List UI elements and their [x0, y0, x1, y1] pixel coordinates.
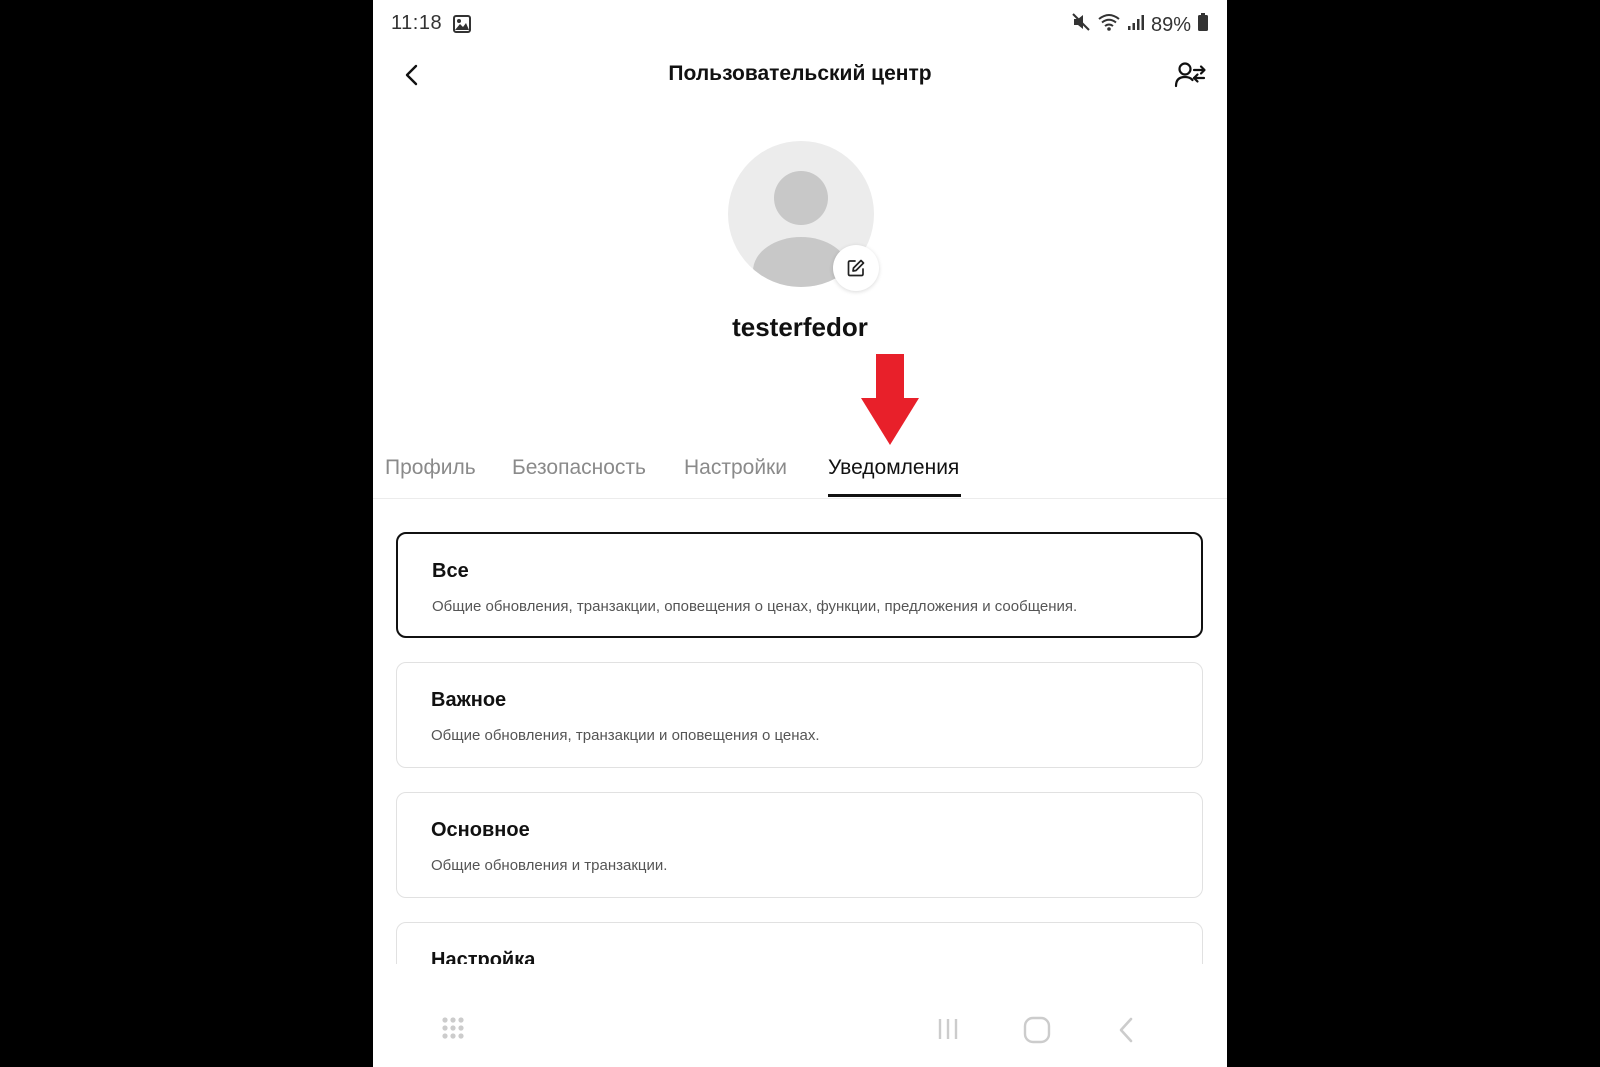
battery-text: 89%: [1150, 13, 1191, 36]
switch-account-button[interactable]: [1173, 58, 1209, 92]
notification-options-list: Все Общие обновления, транзакции, оповещ…: [396, 532, 1203, 964]
battery-icon: [1197, 12, 1209, 38]
option-description: Общие обновления, транзакции и оповещени…: [431, 727, 820, 744]
option-title: Все: [432, 560, 469, 582]
app-screen: 11:18 89% Пользовательский центр testerf…: [373, 0, 1227, 1067]
app-header: Пользовательский центр: [373, 52, 1227, 98]
edit-icon: [847, 259, 865, 277]
option-description: Общие обновления и транзакции.: [431, 857, 668, 874]
home-icon[interactable]: [1023, 1016, 1051, 1049]
page-title: Пользовательский центр: [668, 62, 932, 85]
wifi-icon: [1097, 12, 1121, 38]
image-icon: [453, 15, 471, 39]
option-description: Общие обновления, транзакции, оповещения…: [432, 598, 1078, 615]
option-title: Важное: [431, 689, 507, 711]
tab-security[interactable]: Безопасность: [512, 456, 646, 480]
option-title: Настройка: [431, 949, 536, 964]
option-card-basic[interactable]: Основное Общие обновления и транзакции.: [396, 792, 1203, 898]
status-time: 11:18: [391, 12, 443, 34]
system-nav-bar: [373, 1010, 1227, 1060]
active-tab-indicator: [828, 494, 961, 497]
option-card-important[interactable]: Важное Общие обновления, транзакции и оп…: [396, 662, 1203, 768]
signal-icon: [1127, 13, 1145, 37]
tab-notifications[interactable]: Уведомления: [828, 456, 959, 480]
recents-icon[interactable]: [935, 1016, 961, 1047]
back-icon[interactable]: [1113, 1016, 1139, 1049]
tab-settings[interactable]: Настройки: [684, 456, 787, 480]
tab-profile[interactable]: Профиль: [385, 456, 476, 480]
edit-avatar-button[interactable]: [833, 245, 879, 291]
tab-bar: Профиль Безопасность Настройки Уведомлен…: [373, 448, 1227, 499]
status-bar: 11:18 89%: [373, 0, 1227, 48]
mute-icon: [1071, 12, 1091, 38]
red-arrow-annotation: [861, 354, 919, 451]
status-indicators: 89%: [1071, 12, 1209, 38]
apps-grid-icon[interactable]: [441, 1016, 465, 1045]
switch-account-icon: [1174, 62, 1206, 88]
option-card-all[interactable]: Все Общие обновления, транзакции, оповещ…: [396, 532, 1203, 638]
username: testerfedor: [732, 312, 868, 342]
option-title: Основное: [431, 819, 530, 841]
option-card-custom[interactable]: Настройка: [396, 922, 1203, 964]
